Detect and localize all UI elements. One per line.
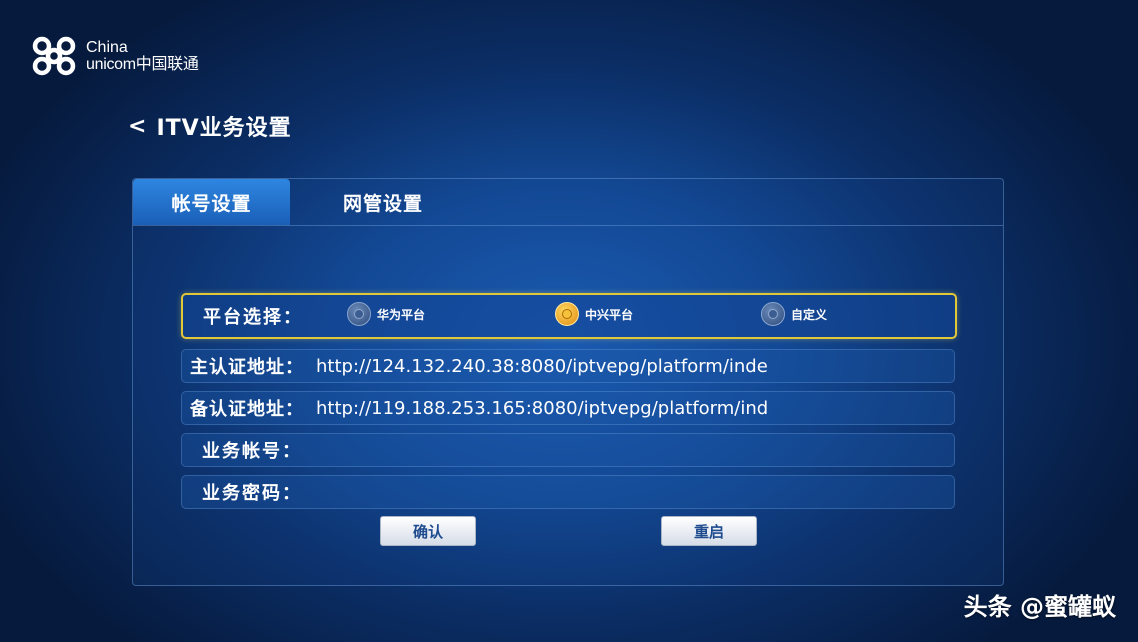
- confirm-button[interactable]: 确认: [380, 516, 476, 546]
- tab-account-settings[interactable]: 帐号设置: [133, 179, 290, 225]
- watermark: 头条 @蜜罐蚁: [963, 593, 1116, 621]
- password-row[interactable]: 业务密码：: [181, 475, 955, 509]
- platform-select-label: 平台选择：: [203, 307, 303, 328]
- backup-auth-input[interactable]: http://119.188.253.165:8080/iptvepg/plat…: [316, 398, 890, 419]
- account-label: 业务帐号：: [202, 441, 302, 462]
- restart-button[interactable]: 重启: [661, 516, 757, 546]
- platform-select-row[interactable]: 平台选择： 华为平台 中兴平台 自定义: [181, 293, 957, 339]
- logo-text: China unicom中国联通: [86, 39, 199, 73]
- tab-bar: 帐号设置 网管设置: [133, 179, 1003, 226]
- primary-auth-label: 主认证地址：: [190, 357, 304, 378]
- radio-button-icon[interactable]: [347, 302, 371, 326]
- radio-label: 中兴平台: [585, 307, 634, 322]
- primary-auth-row[interactable]: 主认证地址： http://124.132.240.38:8080/iptvep…: [181, 349, 955, 383]
- settings-panel: 帐号设置 网管设置 平台选择： 华为平台 中兴平台 自定义 主认证地址： htt…: [132, 178, 1004, 586]
- page-header: < ITV业务设置: [128, 110, 292, 142]
- primary-auth-input[interactable]: http://124.132.240.38:8080/iptvepg/platf…: [316, 356, 890, 377]
- radio-custom-platform[interactable]: 自定义: [761, 302, 827, 326]
- backup-auth-row[interactable]: 备认证地址： http://119.188.253.165:8080/iptve…: [181, 391, 955, 425]
- radio-button-icon[interactable]: [761, 302, 785, 326]
- backup-auth-label: 备认证地址：: [190, 399, 304, 420]
- back-chevron-icon[interactable]: <: [128, 114, 146, 139]
- radio-zte-platform[interactable]: 中兴平台: [555, 302, 633, 326]
- radio-button-selected-icon[interactable]: [555, 302, 579, 326]
- logo-line-1: China: [86, 39, 128, 56]
- page-title: ITV业务设置: [156, 116, 292, 141]
- china-unicom-logo: China unicom中国联通: [26, 34, 199, 78]
- password-label: 业务密码：: [202, 483, 302, 504]
- unicom-knot-icon: [32, 36, 76, 76]
- account-row[interactable]: 业务帐号：: [181, 433, 955, 467]
- radio-label: 自定义: [791, 307, 828, 322]
- tab-network-settings[interactable]: 网管设置: [305, 179, 461, 225]
- radio-huawei-platform[interactable]: 华为平台: [347, 302, 425, 326]
- logo-line-2: unicom中国联通: [86, 56, 199, 73]
- radio-label: 华为平台: [377, 307, 426, 322]
